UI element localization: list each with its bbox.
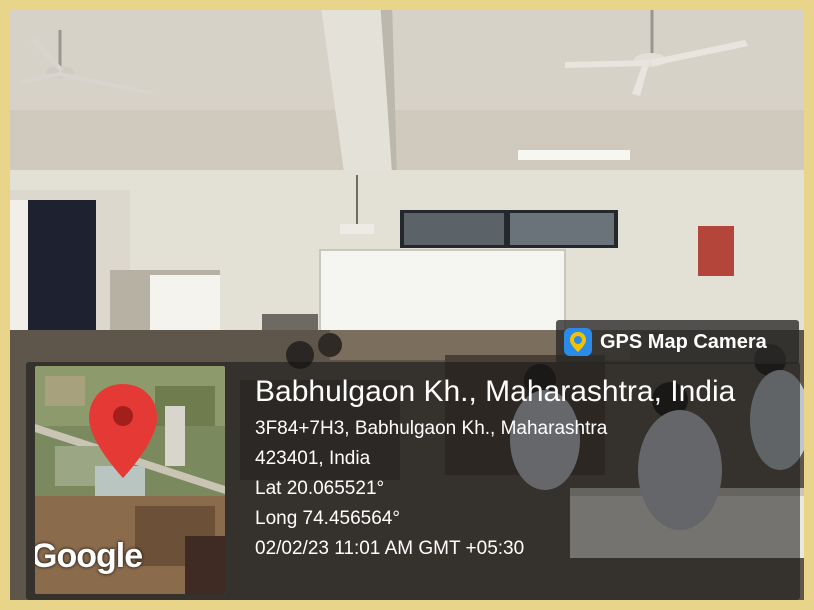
gps-app-name: GPS Map Camera <box>600 330 767 353</box>
map-thumbnail: Google <box>35 366 225 594</box>
latitude: Lat 20.065521° <box>255 478 385 499</box>
gps-map-camera-badge: GPS Map Camera <box>556 320 799 364</box>
location-info: Babhulgaon Kh., Maharashtra, India 3F84+… <box>255 370 800 564</box>
address-line-1: 3F84+7H3, Babhulgaon Kh., Maharashtra <box>255 418 608 439</box>
place-name: Babhulgaon Kh., Maharashtra, India <box>255 375 736 408</box>
timestamp: 02/02/23 11:01 AM GMT +05:30 <box>255 538 525 559</box>
gps-map-camera-icon <box>564 328 592 356</box>
google-logo: Google <box>35 537 143 575</box>
longitude: Long 74.456564° <box>255 508 400 529</box>
address-line-2: 423401, India <box>255 448 371 469</box>
